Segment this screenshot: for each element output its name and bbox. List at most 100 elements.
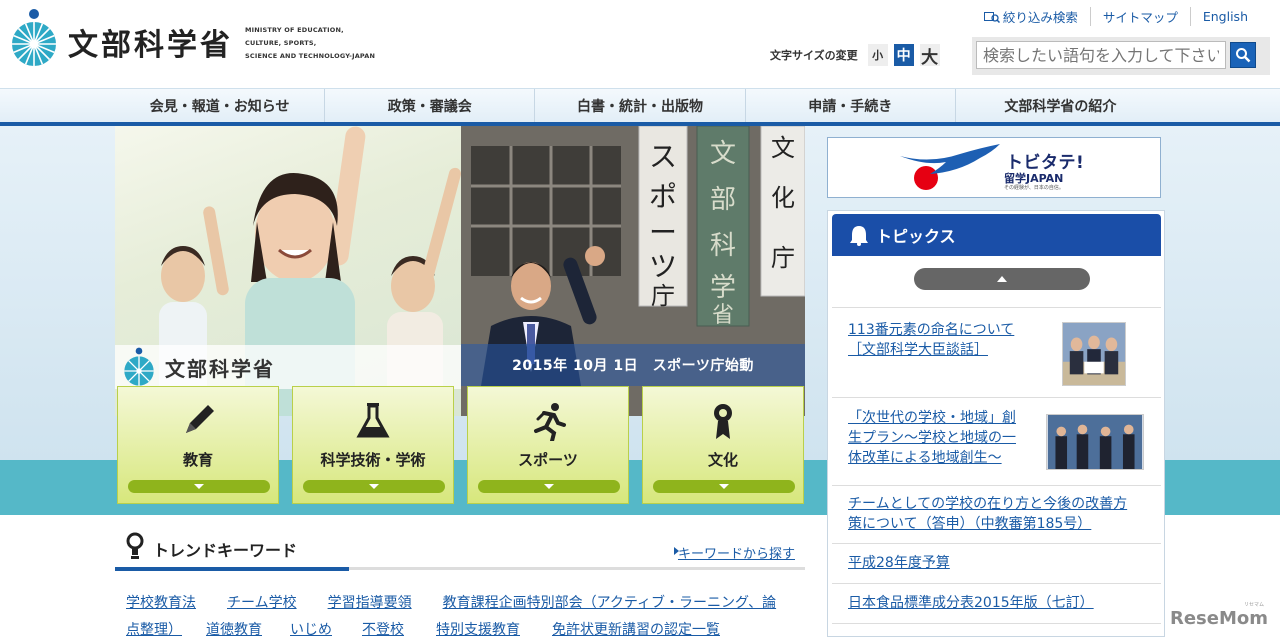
keyword-link[interactable]: 学習指導要領 — [328, 592, 412, 612]
tile-label: 教育 — [182, 451, 213, 469]
nav-item-policy[interactable]: 政策・審議会 — [324, 89, 534, 123]
english-link[interactable]: English — [1189, 7, 1260, 26]
topic-link[interactable]: チームとしての学校の在り方と今後の改善方 策について（答申）（中教審第185号） — [848, 494, 1127, 534]
hero-logo-text: 文部科学省 — [165, 356, 275, 381]
topics-scroll-up-button[interactable] — [914, 268, 1090, 290]
runner-icon — [528, 401, 568, 441]
svg-text:部: 部 — [710, 185, 736, 215]
svg-text:ポ: ポ — [649, 180, 677, 213]
tile-label: スポーツ — [518, 451, 578, 469]
global-nav: 会見・報道・お知らせ 政策・審議会 白書・統計・出版物 申請・手続き 文部科学省… — [0, 88, 1280, 123]
topics-panel: トピックス 113番元素の命名について ［文部科学大臣談話］ 「次世代の学校・地… — [827, 210, 1165, 637]
chevron-up-icon — [997, 276, 1007, 282]
nav-item-about[interactable]: 文部科学省の紹介 — [954, 89, 1165, 123]
svg-text:科: 科 — [710, 231, 736, 261]
sign-char: ス — [649, 140, 677, 173]
topic-line: 日本食品標準成分表2015年版（七訂） — [848, 595, 1094, 611]
topic-item[interactable]: 日本食品標準成分表2015年版（七訂） — [832, 583, 1161, 623]
trend-keywords-title: トレンドキーワード — [153, 541, 298, 560]
topic-line: 体改革による地域創生～ — [848, 450, 1002, 466]
site-logo[interactable]: 文部科学省 MINISTRY OF EDUCATION, CULTURE, SP… — [10, 8, 375, 68]
search-icon — [1236, 48, 1251, 63]
chevron-down-icon — [544, 484, 554, 489]
keyword-link[interactable]: 不登校 — [362, 619, 404, 637]
tile-expand-bar[interactable] — [653, 480, 795, 493]
utility-links: 絞り込み検索 サイトマップ English — [972, 7, 1260, 26]
svg-text:ツ: ツ — [649, 250, 677, 283]
keyword-link[interactable]: 免許状更新講習の認定一覧 — [552, 619, 720, 637]
topic-item[interactable]: 113番元素の命名について ［文部科学大臣談話］ — [832, 307, 1161, 397]
svg-text:庁: 庁 — [771, 244, 795, 272]
tile-expand-bar[interactable] — [478, 480, 620, 493]
search-button[interactable] — [1230, 42, 1256, 68]
trend-keywords-header: トレンドキーワード キーワードから探す — [115, 530, 805, 570]
refine-search-link[interactable]: 絞り込み検索 — [972, 7, 1090, 26]
topic-link[interactable]: 「次世代の学校・地域」創 生プラン～学校と地域の一 体改革による地域創生～ — [848, 408, 1016, 468]
magnifier-list-icon — [983, 11, 1000, 23]
keyword-search-link[interactable]: キーワードから探す — [678, 543, 795, 562]
keyword-link[interactable]: 道徳教育 — [206, 619, 262, 637]
svg-text:庁: 庁 — [651, 282, 675, 310]
tile-expand-bar[interactable] — [128, 480, 270, 493]
topic-link[interactable]: 平成28年度予算 — [848, 553, 950, 573]
topic-line: 「次世代の学校・地域」創 — [848, 410, 1016, 426]
refine-search-label: 絞り込み検索 — [1002, 10, 1078, 25]
topic-line: 策について（答申）（中教審第185号） — [848, 516, 1092, 532]
keyword-link[interactable]: チーム学校 — [227, 592, 297, 612]
svg-text:化: 化 — [771, 184, 795, 212]
topic-thumbnail[interactable] — [1062, 322, 1126, 386]
tobitate-logo-graphic — [900, 144, 1000, 190]
tile-education[interactable]: 教育 — [117, 386, 279, 504]
topic-item[interactable]: 「次世代の学校・地域」創 生プラン～学校と地域の一 体改革による地域創生～ — [832, 397, 1161, 485]
chevron-down-icon — [719, 484, 729, 489]
font-size-small-button[interactable]: 小 — [867, 44, 888, 66]
topic-line: 113番元素の命名について — [848, 322, 1015, 338]
topics-title: トピックス — [876, 227, 956, 246]
chevron-down-icon — [194, 484, 204, 489]
tile-science[interactable]: 科学技術・学術 — [292, 386, 454, 504]
nav-item-publications[interactable]: 白書・統計・出版物 — [534, 89, 744, 123]
keyword-row: 点整理） 道徳教育 いじめ 不登校 特別支援教育 免許状更新講習の認定一覧 — [126, 619, 751, 637]
logo-name: 文部科学省 — [68, 28, 233, 63]
topic-thumbnail[interactable] — [1046, 414, 1144, 470]
hero-caption[interactable]: 2015年 10月 1日 スポーツ庁始動 — [461, 344, 805, 386]
tile-label: 文化 — [707, 451, 738, 469]
chevron-down-icon — [369, 484, 379, 489]
bell-icon — [850, 226, 868, 246]
logo-en-line: MINISTRY OF EDUCATION, — [245, 25, 344, 34]
topic-line: 平成28年度予算 — [848, 555, 950, 571]
search-input[interactable] — [976, 41, 1226, 69]
sitemap-link[interactable]: サイトマップ — [1089, 7, 1190, 26]
tile-culture[interactable]: 文化 — [642, 386, 804, 504]
font-size-large-button[interactable]: 大 — [919, 44, 940, 68]
keyword-link[interactable]: 学校教育法 — [126, 592, 196, 612]
nav-item-press[interactable]: 会見・報道・お知らせ — [115, 89, 324, 123]
ribbon-icon — [703, 401, 743, 441]
font-size-medium-button[interactable]: 中 — [893, 44, 914, 66]
keyword-link[interactable]: いじめ — [290, 619, 332, 637]
watermark-sub: リセマム — [1243, 602, 1264, 608]
keyword-row: 学校教育法 チーム学校 学習指導要領 教育課程企画特別部会（アクティブ・ラーニン… — [126, 592, 807, 612]
tile-sports[interactable]: スポーツ — [467, 386, 629, 504]
keyword-link[interactable]: 教育課程企画特別部会（アクティブ・ラーニング、論 — [443, 592, 776, 612]
topic-item[interactable]: チームとしての学校の在り方と今後の改善方 策について（答申）（中教審第185号） — [832, 485, 1161, 543]
topic-item-partial[interactable] — [832, 623, 1161, 636]
topics-header: トピックス — [832, 214, 1161, 256]
topic-link[interactable]: 113番元素の命名について ［文部科学大臣談話］ — [848, 320, 1014, 360]
topic-link[interactable]: 日本食品標準成分表2015年版（七訂） — [848, 593, 1094, 613]
lightbulb-icon — [126, 532, 144, 559]
tobitate-banner[interactable]: トビタテ! 留学JAPAN その経験が、日本の自信。 — [827, 137, 1161, 198]
site-search — [972, 37, 1270, 75]
keyword-link[interactable]: 点整理） — [126, 619, 182, 637]
logo-en-line: SCIENCE AND TECHNOLOGY-JAPAN — [245, 51, 376, 60]
svg-text:ー: ー — [649, 216, 677, 249]
svg-text:文: 文 — [771, 134, 795, 162]
nav-item-applications[interactable]: 申請・手続き — [744, 89, 955, 123]
topic-item[interactable]: 平成28年度予算 — [832, 543, 1161, 583]
keyword-link[interactable]: 特別支援教育 — [436, 619, 520, 637]
tile-expand-bar[interactable] — [303, 480, 445, 493]
svg-text:学: 学 — [710, 273, 736, 303]
logo-en-line: CULTURE, SPORTS, — [245, 38, 317, 47]
topic-line: チームとしての学校の在り方と今後の改善方 — [848, 496, 1128, 512]
topic-line: ［文部科学大臣談話］ — [848, 342, 988, 358]
